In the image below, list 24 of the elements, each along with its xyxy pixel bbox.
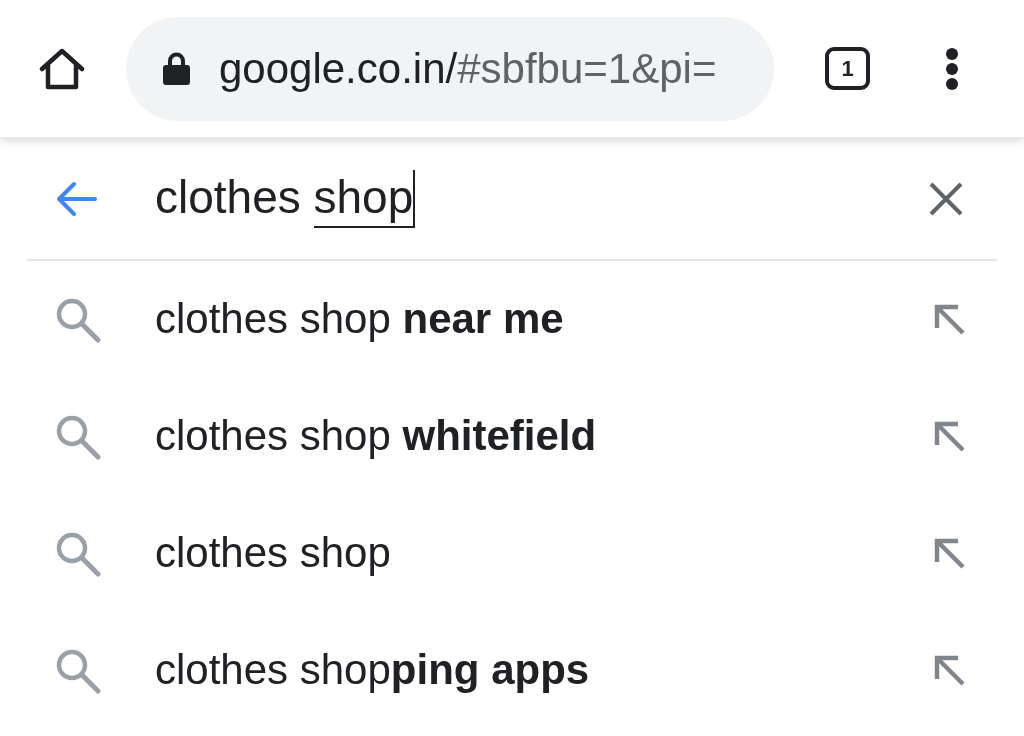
suggestion-item[interactable]: clothes shop: [0, 495, 1024, 612]
suggestion-text: clothes shopping apps: [155, 645, 591, 696]
suggestion-item[interactable]: clothes shop whitefield: [0, 378, 1024, 495]
tab-count-button[interactable]: 1: [825, 47, 870, 90]
search-icon: [55, 296, 101, 343]
search-icon: [55, 647, 101, 694]
search-icon: [55, 530, 101, 577]
arrow-up-left-icon[interactable]: [934, 537, 966, 570]
suggestion-text: clothes shop near me: [155, 294, 565, 345]
close-icon[interactable]: [928, 180, 964, 217]
address-bar[interactable]: google.co.in/#sbfbu=1&pi=: [126, 16, 774, 121]
arrow-up-left-icon[interactable]: [934, 420, 966, 453]
suggestion-item[interactable]: clothes shopping apps: [0, 612, 1024, 729]
search-icon: [55, 413, 101, 460]
arrow-up-left-icon[interactable]: [934, 654, 966, 687]
suggestion-text: clothes shop: [155, 528, 392, 579]
home-icon[interactable]: [39, 47, 85, 90]
back-arrow-icon[interactable]: [55, 180, 97, 217]
suggestion-item[interactable]: clothes shop near me: [0, 261, 1024, 378]
more-menu-icon[interactable]: [945, 46, 959, 91]
search-field[interactable]: clothes shop: [155, 156, 928, 241]
arrow-up-left-icon[interactable]: [934, 303, 966, 336]
url-text: google.co.in/#sbfbu=1&pi=: [219, 47, 717, 90]
suggestion-text: clothes shop whitefield: [155, 411, 598, 462]
